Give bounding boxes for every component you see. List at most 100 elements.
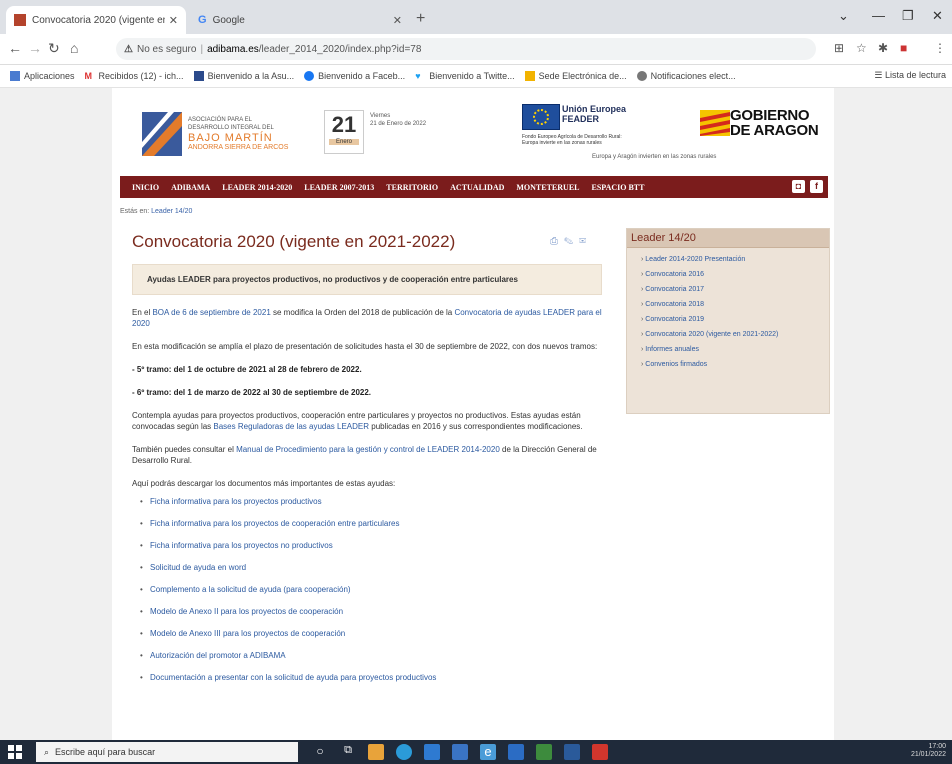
download-link[interactable]: Solicitud de ayuda en word (140, 563, 602, 572)
adibama-logo-icon (142, 112, 182, 156)
bookmark-facebook[interactable]: Bienvenido a Faceb... (304, 71, 405, 81)
breadcrumb-link[interactable]: Leader 14/20 (151, 208, 192, 215)
close-tab-icon[interactable]: ✕ (169, 14, 178, 27)
sidebar-item[interactable]: Convocatoria 2017 (641, 286, 819, 294)
download-link[interactable]: Modelo de Anexo III para los proyectos d… (140, 629, 602, 638)
system-tray[interactable]: 17:00 21/01/2022 (911, 743, 946, 759)
forward-icon[interactable]: → (28, 40, 42, 56)
outlook-icon[interactable] (564, 744, 580, 760)
paragraph-7: Aquí podrás descargar los documentos más… (132, 479, 396, 488)
date-day: 21 (331, 112, 357, 137)
sidebar-item[interactable]: Convocatoria 2018 (641, 301, 819, 309)
taskbar-search[interactable]: ⌕ Escribe aquí para buscar (36, 742, 298, 762)
download-link[interactable]: Ficha informativa para los proyectos pro… (140, 497, 602, 506)
extension-red-icon[interactable]: ■ (900, 41, 907, 55)
bookmark-label: Bienvenido a la Asu... (207, 71, 295, 81)
minimize-icon[interactable]: — (872, 8, 885, 23)
bookmark-label: Recibidos (12) - ich... (98, 71, 184, 81)
date-box: 21 Enero (324, 110, 364, 154)
nav-leader-2014-2020[interactable]: LEADER 2014-2020 (222, 183, 292, 192)
sidebar-item[interactable]: Convocatoria 2016 (641, 271, 819, 279)
sidebar-item[interactable]: Convenios firmados (641, 361, 819, 369)
sidebar-item[interactable]: Convocatoria 2019 (641, 316, 819, 324)
download-link[interactable]: Documentación a presentar con la solicit… (140, 673, 602, 682)
logo-text: ASOCIACIÓN PARA EL DESARROLLO INTEGRAL D… (188, 116, 288, 152)
home-icon[interactable]: ⌂ (70, 40, 78, 56)
manual-link[interactable]: Manual de Procedimiento para la gestión … (236, 445, 500, 454)
chrome-taskbar-icon[interactable] (396, 744, 412, 760)
bookmark-gmail[interactable]: M Recibidos (12) - ich... (85, 71, 184, 81)
new-tab-icon[interactable]: + (416, 10, 425, 28)
nav-adibama[interactable]: ADIBAMA (171, 183, 210, 192)
nav-monteteruel[interactable]: MONTETERUEL (516, 183, 579, 192)
download-link[interactable]: Modelo de Anexo II para los proyectos de… (140, 607, 602, 616)
sidebar-item[interactable]: Leader 2014-2020 Presentación (641, 256, 819, 264)
nav-leader-2007-2013[interactable]: LEADER 2007-2013 (304, 183, 374, 192)
site-header: ASOCIACIÓN PARA EL DESARROLLO INTEGRAL D… (112, 88, 834, 176)
p6-text-a: También puedes consultar el (132, 445, 237, 454)
instagram-icon[interactable]: ◘ (792, 180, 805, 193)
article: Convocatoria 2020 (vigente en 2021-2022)… (132, 230, 602, 695)
nav-espacio-btt[interactable]: ESPACIO BTT (592, 183, 645, 192)
star-icon[interactable]: ☆ (856, 41, 867, 55)
nav-actualidad[interactable]: ACTUALIDAD (450, 183, 504, 192)
menu-icon[interactable]: ⋮ (934, 41, 946, 55)
edge-icon[interactable]: e (480, 744, 496, 760)
tab-convocatoria[interactable]: Convocatoria 2020 (vigente en 2021-2022)… (6, 6, 186, 34)
download-link[interactable]: Autorización del promotor a ADIBAMA (140, 651, 602, 660)
sidebar-item[interactable]: Convocatoria 2020 (vigente en 2021-2022) (641, 331, 819, 339)
address-bar[interactable]: ⚠ No es seguro | adibama.es /leader_2014… (116, 38, 816, 60)
store-icon[interactable] (452, 744, 468, 760)
bookmark-twitter[interactable]: ♥ Bienvenido a Twitte... (415, 71, 514, 81)
tab-google[interactable]: G Google ✕ (190, 6, 410, 34)
mail-icon[interactable] (424, 744, 440, 760)
bookmark-apps[interactable]: Aplicaciones (10, 71, 75, 81)
cortana-icon[interactable]: ○ (312, 744, 328, 760)
facebook-icon (304, 71, 315, 81)
bookmark-label: Bienvenido a Faceb... (318, 71, 406, 81)
bases-link[interactable]: Bases Reguladoras de las ayudas LEADER (213, 422, 369, 431)
adibama-logo[interactable]: ASOCIACIÓN PARA EL DESARROLLO INTEGRAL D… (142, 108, 302, 160)
eu-subtitle: Fondo Europeo Agrícola de Desarrollo Rur… (522, 134, 622, 146)
download-link[interactable]: Ficha informativa para los proyectos no … (140, 541, 602, 550)
boa-link[interactable]: BOA de 6 de septiembre de 2021 (152, 308, 270, 317)
file-explorer-icon[interactable] (368, 744, 384, 760)
downloads-list: Ficha informativa para los proyectos pro… (132, 497, 602, 682)
nav-inicio[interactable]: INICIO (132, 183, 159, 192)
back-icon[interactable]: ← (8, 40, 22, 56)
apps-icon[interactable]: ⊞ (834, 41, 844, 55)
search-icon: ⌕ (44, 746, 50, 757)
tramo-5-text: - 5º tramo: del 1 de octubre de 2021 al … (132, 365, 362, 374)
pdf-icon[interactable]: ✎ (564, 236, 579, 247)
bookmark-label: Aplicaciones (24, 71, 75, 81)
eu-title1: Unión Europea (562, 104, 627, 114)
close-window-icon[interactable]: ✕ (932, 8, 943, 24)
excel-icon[interactable] (536, 744, 552, 760)
extension-icon[interactable]: ✱ (878, 41, 888, 55)
task-view-icon[interactable]: ⧉ (340, 744, 356, 760)
word-icon[interactable] (508, 744, 524, 760)
acrobat-icon[interactable] (592, 744, 608, 760)
reading-list[interactable]: ☰ Lista de lectura (874, 70, 946, 81)
sidebar-list: Leader 2014-2020 Presentación Convocator… (627, 256, 829, 369)
eu-title: Unión Europea FEADER (562, 104, 626, 124)
reload-icon[interactable]: ↻ (48, 40, 60, 57)
email-icon[interactable]: ✉ (579, 236, 592, 247)
windows-start-icon[interactable] (8, 745, 22, 759)
facebook-icon[interactable]: f (810, 180, 823, 193)
sidebar-item[interactable]: Informes anuales (641, 346, 819, 354)
close-tab-icon[interactable]: ✕ (393, 14, 402, 27)
eu-feader-logo: Unión Europea FEADER Fondo Europeo Agríc… (522, 102, 632, 154)
maximize-icon[interactable]: ❐ (902, 8, 914, 24)
browser-tabbar: Convocatoria 2020 (vigente en 2021-2022)… (0, 0, 952, 34)
print-icon[interactable]: ⎙ (550, 236, 564, 247)
tab-title: Google (212, 14, 245, 26)
bookmark-sede[interactable]: Sede Electrónica de... (524, 71, 627, 81)
nav-territorio[interactable]: TERRITORIO (386, 183, 438, 192)
bookmark-notificaciones[interactable]: Notificaciones elect... (636, 71, 736, 81)
breadcrumb-label: Estás en: (120, 208, 150, 215)
bookmark-asu[interactable]: Bienvenido a la Asu... (193, 71, 295, 81)
download-link[interactable]: Ficha informativa para los proyectos de … (140, 519, 602, 528)
tab-search-icon[interactable]: ⌄ (838, 8, 849, 24)
download-link[interactable]: Complemento a la solicitud de ayuda (par… (140, 585, 602, 594)
